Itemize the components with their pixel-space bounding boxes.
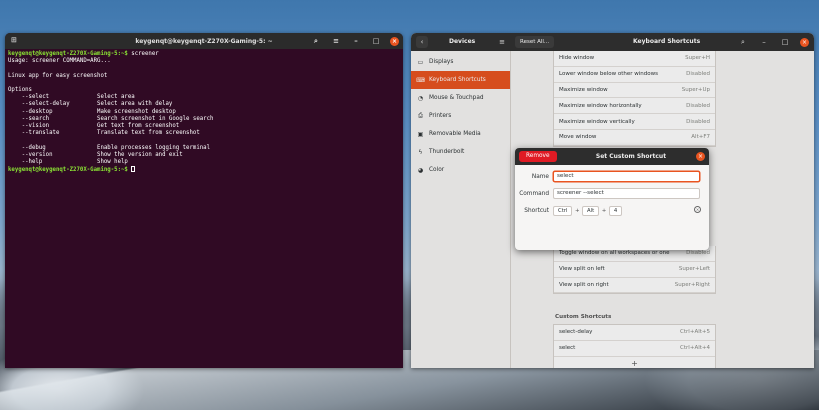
- terminal-command: screener: [127, 51, 159, 57]
- remove-button[interactable]: Remove: [519, 151, 557, 162]
- new-tab-icon[interactable]: ⊞: [11, 36, 17, 44]
- terminal-titlebar[interactable]: ⊞ keygenqt@keygenqt-Z270X-Gaming-5: ~ ⌕ …: [5, 33, 403, 49]
- settings-title: Keyboard Shortcuts: [633, 38, 701, 45]
- key-plus: +: [601, 208, 607, 214]
- settings-search-icon[interactable]: ⌕: [737, 36, 749, 48]
- terminal-line: --debug Enable processes logging termina…: [8, 144, 211, 151]
- terminal-title: keygenqt@keygenqt-Z270X-Gaming-5: ~: [135, 37, 273, 45]
- command-input[interactable]: screener --select: [553, 188, 700, 199]
- maximize-icon[interactable]: □: [370, 35, 382, 47]
- terminal-prompt: keygenqt@keygenqt-Z270X-Gaming-5:~$: [8, 51, 128, 57]
- terminal-line: Options: [8, 87, 32, 94]
- terminal-lines: Usage: screener COMMAND=ARG... Linux app…: [8, 58, 213, 165]
- key-ctrl: Ctrl: [553, 206, 573, 216]
- settings-titlebar[interactable]: ‹ Devices ≡ Reset All... Keyboard Shortc…: [411, 33, 814, 51]
- terminal-line: --search Search screenshot in Google sea…: [8, 115, 214, 122]
- dialog-close-icon[interactable]: ×: [696, 152, 705, 161]
- command-row: Command screener --select: [519, 188, 700, 199]
- set-custom-shortcut-dialog[interactable]: Remove Set Custom Shortcut × Name select…: [515, 148, 709, 250]
- terminal-line: --desktop Make screenshot desktop: [8, 108, 176, 115]
- shortcut-row: Shortcut Ctrl + Alt + 4: [519, 206, 623, 216]
- terminal-prompt-2: keygenqt@keygenqt-Z270X-Gaming-5:~$: [8, 167, 128, 174]
- terminal-line: --vision Get text from screenshot: [8, 123, 180, 130]
- name-row: Name select: [519, 171, 700, 182]
- key-alt: Alt: [582, 206, 600, 216]
- minimize-icon[interactable]: –: [350, 35, 362, 47]
- back-icon[interactable]: ‹: [416, 36, 428, 48]
- terminal-line: --select-delay Select area with delay: [8, 101, 173, 108]
- name-label: Name: [531, 173, 549, 180]
- terminal-line: --select Select area: [8, 94, 135, 101]
- terminal-output[interactable]: keygenqt@keygenqt-Z270X-Gaming-5:~$ scre…: [5, 49, 403, 176]
- close-icon[interactable]: ×: [390, 36, 399, 46]
- command-label: Command: [519, 190, 549, 197]
- settings-maximize-icon[interactable]: □: [779, 36, 791, 48]
- hamburger-menu-icon[interactable]: ≡: [496, 36, 508, 48]
- terminal-window[interactable]: ⊞ keygenqt@keygenqt-Z270X-Gaming-5: ~ ⌕ …: [5, 33, 403, 368]
- terminal-line: Usage: screener COMMAND=ARG...: [8, 58, 111, 65]
- terminal-cursor: [131, 166, 136, 173]
- terminal-line: --version Show the version and exit: [8, 151, 183, 158]
- settings-minimize-icon[interactable]: –: [758, 36, 770, 48]
- reset-all-button[interactable]: Reset All...: [515, 36, 555, 48]
- key-plus: +: [574, 208, 580, 214]
- terminal-line: Linux app for easy screenshot: [8, 72, 108, 79]
- search-icon[interactable]: ⌕: [310, 35, 322, 47]
- clear-shortcut-icon[interactable]: ×: [694, 206, 701, 213]
- dialog-titlebar: Remove Set Custom Shortcut ×: [515, 148, 709, 165]
- name-input[interactable]: select: [553, 171, 700, 182]
- terminal-line: --help Show help: [8, 159, 128, 166]
- menu-icon[interactable]: ≡: [330, 35, 342, 47]
- devices-label: Devices: [449, 38, 476, 45]
- shortcut-label: Shortcut: [524, 208, 549, 214]
- key-4: 4: [608, 206, 623, 216]
- dialog-title: Set Custom Shortcut: [595, 153, 667, 160]
- settings-close-icon[interactable]: ×: [800, 37, 809, 47]
- terminal-line: --translate Translate text from screensh…: [8, 130, 200, 137]
